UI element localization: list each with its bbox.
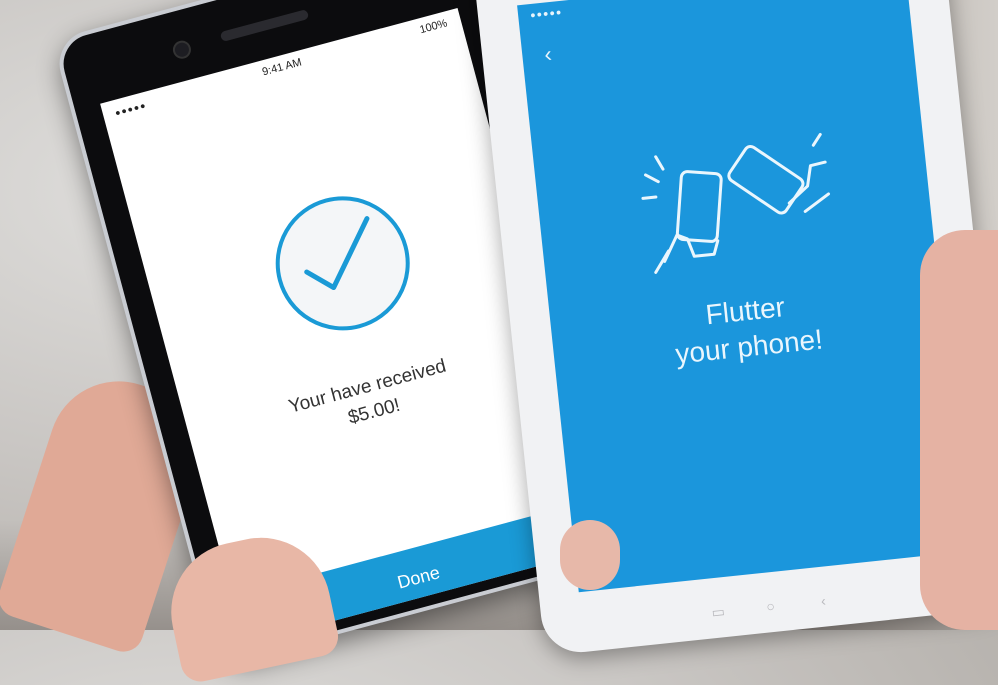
earpiece-speaker <box>219 9 310 42</box>
home-nav-icon[interactable]: ○ <box>765 598 775 615</box>
right-phone-screen: ●●●●● 9:41 AM ‹ Flutter y <box>517 0 967 593</box>
right-hand <box>920 230 998 630</box>
success-check-icon <box>260 181 425 346</box>
menu-nav-icon[interactable]: ▭ <box>711 603 726 621</box>
received-message: Your have received $5.00! <box>186 327 557 473</box>
back-nav-icon[interactable]: ‹ <box>820 592 826 608</box>
status-time: 9:41 AM <box>518 0 907 21</box>
status-bar: ●●●●● 9:41 AM 100% <box>100 8 464 129</box>
status-time: 9:41 AM <box>260 56 303 79</box>
flutter-title: Flutter your phone! <box>550 273 945 385</box>
right-phone: ●●●●● 9:41 AM ‹ Flutter y <box>470 0 998 657</box>
battery-level: 100% <box>418 17 449 37</box>
right-finger <box>560 520 620 590</box>
status-bar: ●●●●● 9:41 AM <box>517 0 907 29</box>
back-chevron-icon[interactable]: ‹ <box>543 41 565 67</box>
phone-bump-illustration-icon <box>641 132 831 274</box>
front-camera <box>170 38 193 61</box>
